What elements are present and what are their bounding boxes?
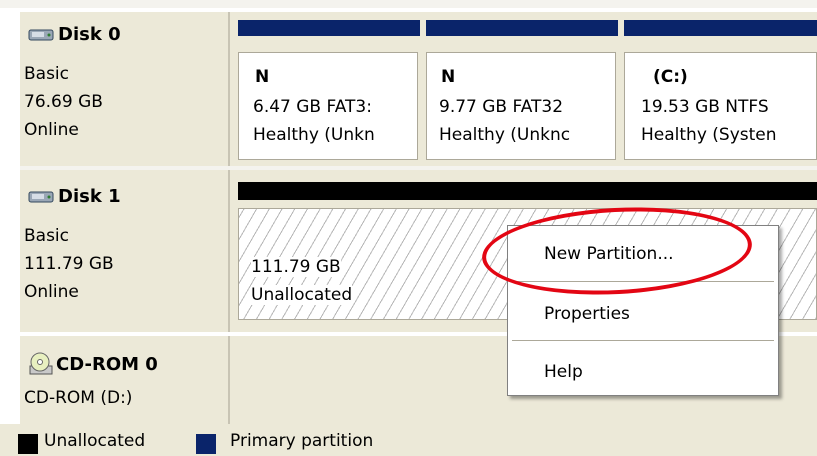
disk-1-type: Basic [24,226,70,246]
partition-detail: 6.47 GB FAT3: [253,97,372,117]
partition-detail: 9.77 GB FAT32 [439,97,564,117]
menu-separator [512,281,774,282]
partition-3[interactable]: (C:) 19.53 GB NTFS Healthy (Systen [624,52,817,160]
partition-bar [426,20,618,36]
legend-label-unallocated: Unallocated [44,431,146,451]
disk-1-name: Disk 1 [58,186,121,207]
disk-0-name: Disk 0 [58,24,121,45]
legend-swatch-primary [196,434,216,454]
menu-item-new-partition[interactable]: New Partition... [544,244,674,264]
menu-item-properties[interactable]: Properties [544,304,630,324]
partition-detail: 19.53 GB NTFS [641,97,769,117]
partition-name: N [255,67,270,87]
disk-0-status: Online [24,120,79,140]
unallocated-size: 111.79 GB [251,257,341,277]
partition-name: (C:) [653,67,688,87]
partition-bar [624,20,817,36]
cdrom-0-type: CD-ROM (D:) [24,388,133,408]
partition-state: Healthy (Systen [641,125,777,145]
disk-1-size: 111.79 GB [24,254,114,274]
partition-name: N [441,67,456,87]
disk-1-label[interactable]: Disk 1 Basic 111.79 GB Online [20,170,228,332]
menu-separator [512,340,774,341]
disk-icon [28,191,54,202]
menu-item-help[interactable]: Help [544,362,583,382]
disk-icon [28,29,54,40]
disk-0-size: 76.69 GB [24,92,103,112]
unallocated-bar [238,182,817,200]
disk-0-type: Basic [24,64,70,84]
legend-swatch-unallocated [18,434,38,454]
legend: Unallocated Primary partition [0,424,817,456]
disk-1-status: Online [24,282,79,302]
cdrom-icon [29,352,53,375]
partition-state: Healthy (Unknc [439,125,571,145]
top-border [0,0,817,8]
legend-label-primary: Primary partition [230,431,374,451]
context-menu: New Partition... Properties Help [507,225,779,396]
partition-2[interactable]: N 9.77 GB FAT32 Healthy (Unknc [426,52,616,160]
unallocated-label: Unallocated [251,285,353,305]
cdrom-0-name: CD-ROM 0 [56,353,158,375]
partition-1[interactable]: N 6.47 GB FAT3: Healthy (Unkn [238,52,418,160]
cdrom-0-label[interactable]: CD-ROM 0 CD-ROM (D:) [20,336,228,424]
partition-bar [238,20,420,36]
disk-0-label[interactable]: Disk 0 Basic 76.69 GB Online [20,12,228,166]
partition-state: Healthy (Unkn [253,125,375,145]
